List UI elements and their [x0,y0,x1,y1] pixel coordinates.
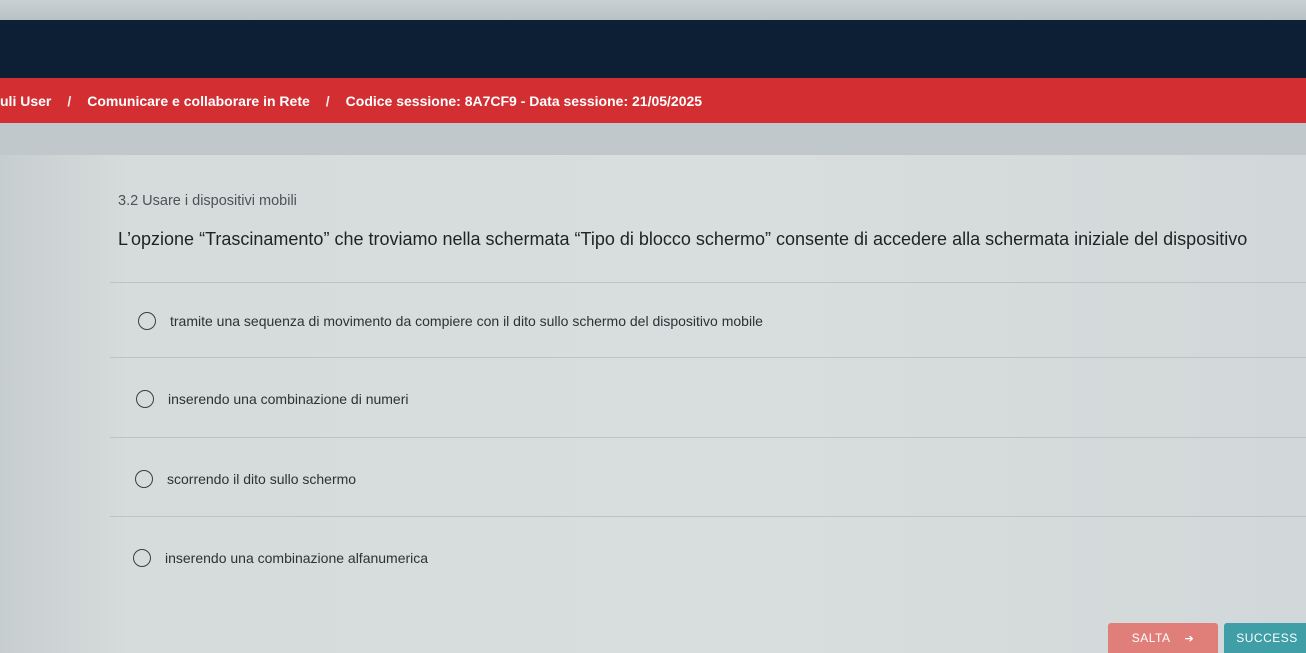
breadcrumb: uli User / Comunicare e collaborare in R… [0,78,1306,123]
arrow-right-icon: ➔ [1184,632,1195,645]
answer-option-label: inserendo una combinazione di numeri [168,391,409,407]
divider [110,357,1306,358]
answer-option[interactable]: tramite una sequenza di movimento da com… [138,312,763,330]
question-text: L’opzione “Trascinamento” che troviamo n… [118,229,1248,249]
answer-option[interactable]: inserendo una combinazione di numeri [136,390,408,408]
radio-button[interactable] [135,470,153,488]
success-button-label: SUCCESS [1236,631,1298,645]
divider [110,437,1306,438]
answer-option-label: tramite una sequenza di movimento da com… [170,313,763,329]
radio-button[interactable] [136,390,154,408]
answer-option[interactable]: inserendo una combinazione alfanumerica [133,549,428,567]
success-button[interactable]: SUCCESS [1224,623,1306,653]
breadcrumb-session: Codice sessione: 8A7CF9 - Data sessione:… [345,92,703,109]
answer-option[interactable]: scorrendo il dito sullo schermo [135,470,356,488]
skip-button-label: SALTA [1131,631,1171,645]
skip-button[interactable]: SALTA ➔ [1108,623,1218,653]
section-title: 3.2 Usare i dispositivi mobili [118,193,297,209]
top-navbar [0,20,1306,78]
radio-button[interactable] [138,312,156,330]
answer-option-label: scorrendo il dito sullo schermo [167,471,357,487]
divider [110,282,1306,283]
breadcrumb-user[interactable]: uli User [0,93,53,109]
breadcrumb-separator: / [325,92,330,109]
divider [110,516,1306,517]
answer-option-label: inserendo una combinazione alfanumerica [165,550,429,566]
breadcrumb-separator: / [67,92,72,109]
breadcrumb-course[interactable]: Comunicare e collaborare in Rete [85,93,312,109]
header-spacer [0,123,1306,155]
browser-top-strip [0,0,1306,20]
radio-button[interactable] [133,549,151,567]
